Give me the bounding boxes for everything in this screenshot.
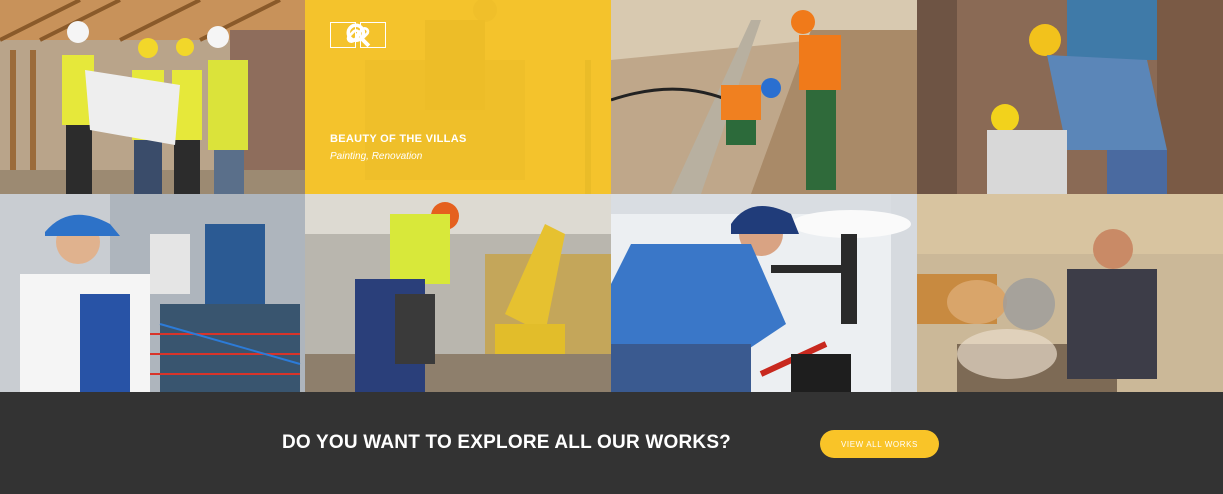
gallery-item-title[interactable]: BEAUTY OF THE VILLAS bbox=[330, 133, 467, 145]
plumber-photo bbox=[611, 194, 917, 392]
link-icon[interactable] bbox=[346, 22, 386, 48]
framing-team-photo bbox=[917, 0, 1223, 194]
gallery-item-electrician[interactable] bbox=[0, 194, 305, 392]
trench-workers-photo bbox=[611, 0, 917, 194]
carpenter-photo bbox=[917, 194, 1223, 392]
engineers-photo bbox=[0, 0, 305, 194]
electrician-photo bbox=[0, 194, 305, 392]
cta-heading: DO YOU WANT TO EXPLORE ALL OUR WORKS? bbox=[282, 432, 731, 453]
gallery-item-trench-workers[interactable] bbox=[611, 0, 917, 194]
gallery-item-engineers[interactable] bbox=[0, 0, 305, 194]
gallery-item-jackhammer[interactable] bbox=[305, 194, 611, 392]
gallery-item-framing-team[interactable] bbox=[917, 0, 1223, 194]
gallery-item-villas[interactable]: BEAUTY OF THE VILLAS Painting, Renovatio… bbox=[305, 0, 611, 194]
jackhammer-photo bbox=[305, 194, 611, 392]
view-all-works-button[interactable]: VIEW ALL WORKS bbox=[820, 430, 939, 458]
gallery-item-carpenter[interactable] bbox=[917, 194, 1223, 392]
gallery-item-plumber[interactable] bbox=[611, 194, 917, 392]
overlay-actions bbox=[330, 22, 386, 48]
gallery-item-categories: Painting, Renovation bbox=[330, 151, 423, 162]
portfolio-gallery: BEAUTY OF THE VILLAS Painting, Renovatio… bbox=[0, 0, 1223, 392]
